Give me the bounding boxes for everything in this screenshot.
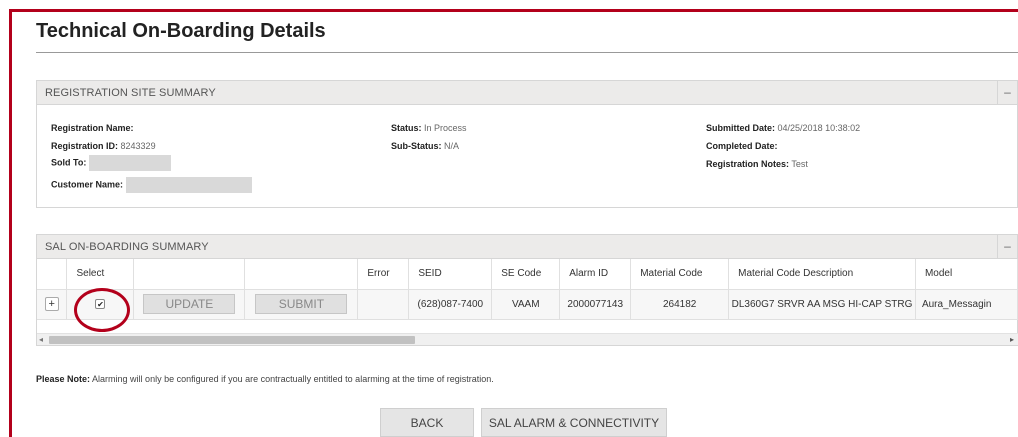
back-button[interactable]: BACK — [380, 408, 474, 437]
status-value: In Process — [424, 123, 467, 133]
customer-name-label: Customer Name: — [51, 179, 124, 190]
submitted-date-label: Submitted Date: — [706, 123, 776, 133]
table-row: + ✔ UPDATE SUBMIT (628)087-7400 VAAM 200… — [37, 289, 1018, 320]
registration-id-field: Registration ID: 8243329 — [51, 141, 156, 151]
note-text: Alarming will only be configured if you … — [92, 374, 494, 384]
sal-collapse-button[interactable]: – — [997, 235, 1017, 259]
column-header-update — [133, 259, 246, 290]
completed-date-label: Completed Date: — [706, 141, 778, 151]
se-code-cell: VAAM — [491, 289, 561, 320]
sal-summary-table: Select Error SEID SE Code Alarm ID Mater… — [37, 259, 1018, 320]
column-header-select: Select — [66, 259, 135, 290]
frame-border-top — [9, 9, 1018, 12]
column-header-submit — [244, 259, 359, 290]
column-header-expand — [37, 259, 68, 290]
note-label: Please Note: — [36, 374, 91, 384]
alarming-note: Please Note: Alarming will only be confi… — [36, 374, 494, 384]
seid-cell: (628)087-7400 — [408, 289, 493, 320]
status-label: Status: — [391, 123, 422, 133]
registration-notes-label: Registration Notes: — [706, 159, 790, 169]
column-header-alarm-id: Alarm ID — [559, 259, 632, 290]
customer-name-redacted-value — [125, 177, 252, 193]
registration-collapse-button[interactable]: – — [997, 81, 1017, 105]
customer-name-field: Customer Name: — [51, 177, 252, 193]
sub-status-label: Sub-Status: — [391, 141, 442, 151]
status-field: Status: In Process — [391, 123, 467, 133]
scroll-left-icon[interactable]: ◂ — [39, 334, 43, 345]
column-header-model: Model — [915, 259, 1018, 290]
sal-panel-title: SAL ON-BOARDING SUMMARY — [45, 241, 209, 253]
scroll-right-icon[interactable]: ▸ — [1010, 334, 1014, 345]
registration-notes-value: Test — [791, 159, 808, 169]
checkbox-highlight-circle — [74, 288, 130, 332]
submitted-date-value: 04/25/2018 10:38:02 — [777, 123, 861, 133]
expand-row-button[interactable]: + — [44, 297, 59, 311]
registration-panel-header: REGISTRATION SITE SUMMARY – — [37, 81, 1017, 105]
update-button[interactable]: UPDATE — [143, 294, 236, 314]
completed-date-field: Completed Date: — [706, 141, 778, 151]
registration-site-summary-panel: REGISTRATION SITE SUMMARY – Registration… — [36, 80, 1018, 208]
title-divider — [36, 52, 1018, 53]
registration-name-field: Registration Name: — [51, 123, 134, 133]
material-code-cell: 264182 — [630, 289, 730, 320]
sold-to-redacted-value — [88, 155, 171, 171]
registration-panel-title: REGISTRATION SITE SUMMARY — [45, 87, 216, 99]
column-header-material-code-description: Material Code Description — [728, 259, 916, 290]
scrollbar-thumb[interactable] — [49, 336, 415, 344]
sal-alarm-connectivity-button[interactable]: SAL ALARM & CONNECTIVITY — [481, 408, 667, 437]
page-title: Technical On-Boarding Details — [36, 20, 326, 42]
submit-button[interactable]: SUBMIT — [255, 294, 348, 314]
submitted-date-field: Submitted Date: 04/25/2018 10:38:02 — [706, 123, 860, 133]
horizontal-scrollbar[interactable]: ◂ ▸ — [37, 333, 1018, 345]
sal-onboarding-summary-panel: SAL ON-BOARDING SUMMARY – Select Error S… — [36, 234, 1018, 346]
registration-name-label: Registration Name: — [51, 123, 134, 133]
table-header-row: Select Error SEID SE Code Alarm ID Mater… — [37, 259, 1018, 290]
registration-notes-field: Registration Notes: Test — [706, 159, 808, 169]
column-header-se-code: SE Code — [491, 259, 561, 290]
update-cell: UPDATE — [133, 289, 246, 320]
error-cell — [357, 289, 410, 320]
registration-id-value: 8243329 — [120, 141, 156, 151]
sold-to-field: Sold To: — [51, 155, 171, 171]
sub-status-value: N/A — [444, 141, 460, 151]
frame-border-left — [9, 9, 12, 437]
submit-cell: SUBMIT — [244, 289, 359, 320]
sal-panel-header: SAL ON-BOARDING SUMMARY – — [37, 235, 1017, 259]
material-code-description-cell: DL360G7 SRVR AA MSG HI-CAP STRG — [728, 289, 916, 320]
sold-to-label: Sold To: — [51, 157, 87, 168]
column-header-material-code: Material Code — [630, 259, 730, 290]
alarm-id-cell: 2000077143 — [559, 289, 632, 320]
column-header-error: Error — [357, 259, 410, 290]
expand-cell: + — [37, 289, 68, 320]
model-cell: Aura_Messagin — [915, 289, 1018, 320]
registration-id-label: Registration ID: — [51, 141, 119, 151]
column-header-seid: SEID — [408, 259, 493, 290]
sub-status-field: Sub-Status: N/A — [391, 141, 459, 151]
